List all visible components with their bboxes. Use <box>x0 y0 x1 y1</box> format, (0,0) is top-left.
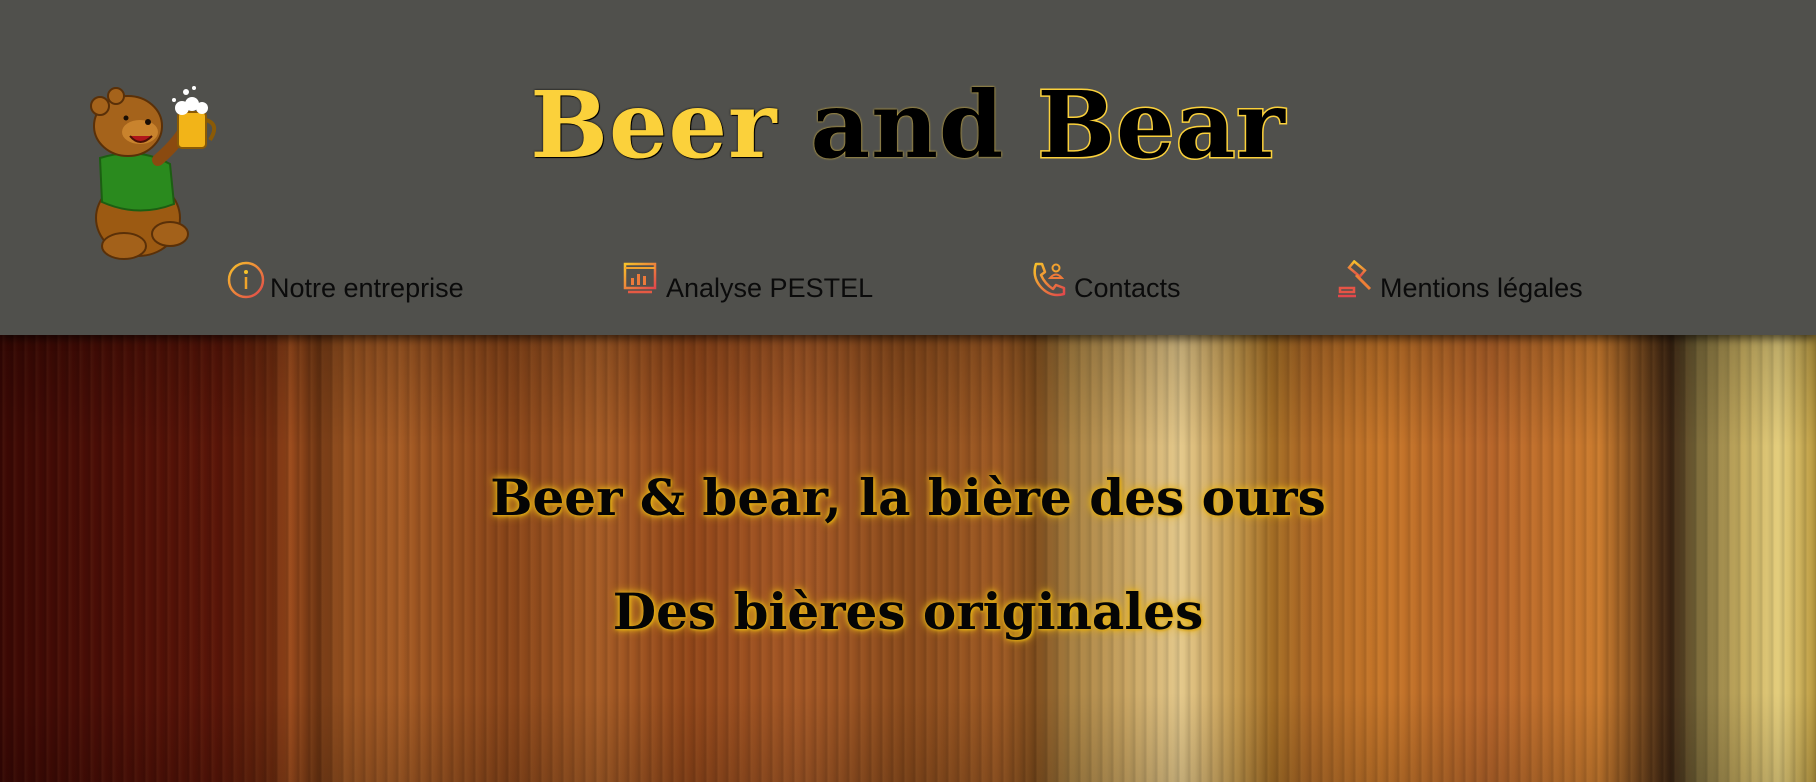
hero-tagline: Beer & bear, la bière des ours <box>490 468 1326 527</box>
nav-item-analyse-pestel[interactable]: Analyse PESTEL <box>622 260 873 312</box>
nav-item-notre-entreprise[interactable]: Notre entreprise <box>226 260 464 312</box>
title-bear: Bear <box>1036 70 1286 181</box>
nav-item-label: Contacts <box>1074 273 1181 303</box>
phone-contact-icon <box>1033 262 1066 297</box>
main-nav: Notre entreprise Analyse PESTEL Contacts <box>0 260 1816 312</box>
title-and: and <box>810 71 1005 179</box>
info-circle-icon <box>227 261 265 299</box>
gavel-icon <box>1338 260 1372 298</box>
site-header: Beer and Bear Notre entreprise Analyse P… <box>0 0 1816 335</box>
nav-item-label: Analyse PESTEL <box>666 273 874 303</box>
nav-item-label: Mentions légales <box>1380 273 1583 303</box>
nav-item-mentions-legales[interactable]: Mentions légales <box>1336 260 1583 312</box>
nav-item-contacts[interactable]: Contacts <box>1030 260 1181 312</box>
hero-subtitle: Des bières originales <box>612 582 1204 641</box>
site-title: Beer and Bear <box>0 70 1816 181</box>
hero-banner: Beer & bear, la bière des ours Des bière… <box>0 335 1816 782</box>
nav-item-label: Notre entreprise <box>270 273 464 303</box>
presentation-board-icon <box>623 262 657 294</box>
title-beer: Beer <box>530 71 778 179</box>
